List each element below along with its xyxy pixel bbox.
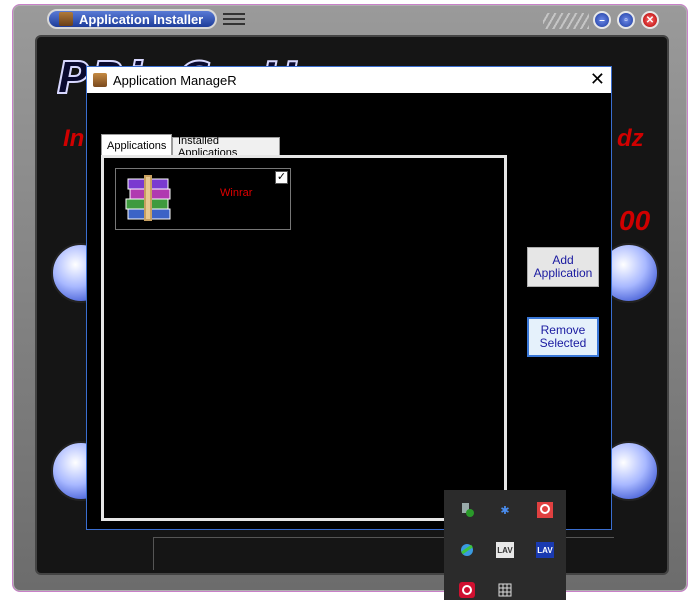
usb-safe-remove-icon[interactable] [458, 502, 476, 518]
installer-title: Application Installer [79, 11, 204, 27]
application-manager-dialog: Application ManageR ✕ Applications Insta… [86, 66, 612, 530]
lav-icon-blue[interactable]: LAV [536, 542, 554, 558]
restore-button[interactable]: ▫ [617, 11, 635, 29]
package-icon [59, 12, 73, 26]
red-circle-app-icon[interactable] [458, 582, 476, 598]
winrar-books-icon [125, 175, 171, 221]
remove-selected-button[interactable]: Remove Selected [527, 317, 599, 357]
list-item[interactable]: Winrar ✓ [115, 168, 291, 230]
network-globe-icon[interactable] [458, 542, 476, 558]
grid-app-icon[interactable] [496, 582, 514, 598]
add-application-button[interactable]: Add Application [527, 247, 599, 287]
red-number: 00 [619, 205, 651, 236]
tagline-left: In [63, 125, 85, 152]
tab-installed-applications[interactable]: Installed Applications [172, 135, 280, 159]
tagline-right: dz [617, 125, 644, 152]
package-icon [93, 73, 107, 87]
decorative-stripes [543, 13, 589, 29]
minimize-button[interactable]: – [593, 11, 611, 29]
close-icon[interactable]: ✕ [590, 69, 605, 89]
red-app-icon[interactable] [536, 502, 554, 518]
app-checkbox[interactable]: ✓ [275, 171, 288, 184]
lav-icon-white[interactable]: LAV [496, 542, 514, 558]
dialog-title-bar[interactable]: Application ManageR ✕ [87, 67, 611, 93]
tab-applications[interactable]: Applications [101, 134, 173, 156]
dialog-title: Application ManageR [113, 72, 237, 88]
app-name: Winrar [220, 187, 253, 199]
applications-panel: Winrar ✓ [101, 155, 507, 521]
close-button[interactable]: ✕ [641, 11, 659, 29]
tray-overflow-panel: ✱ LAV LAV [444, 490, 566, 600]
menu-icon[interactable] [223, 13, 245, 27]
bluetooth-icon[interactable]: ✱ [496, 502, 514, 518]
installer-title-bar[interactable]: Application Installer [47, 9, 217, 29]
